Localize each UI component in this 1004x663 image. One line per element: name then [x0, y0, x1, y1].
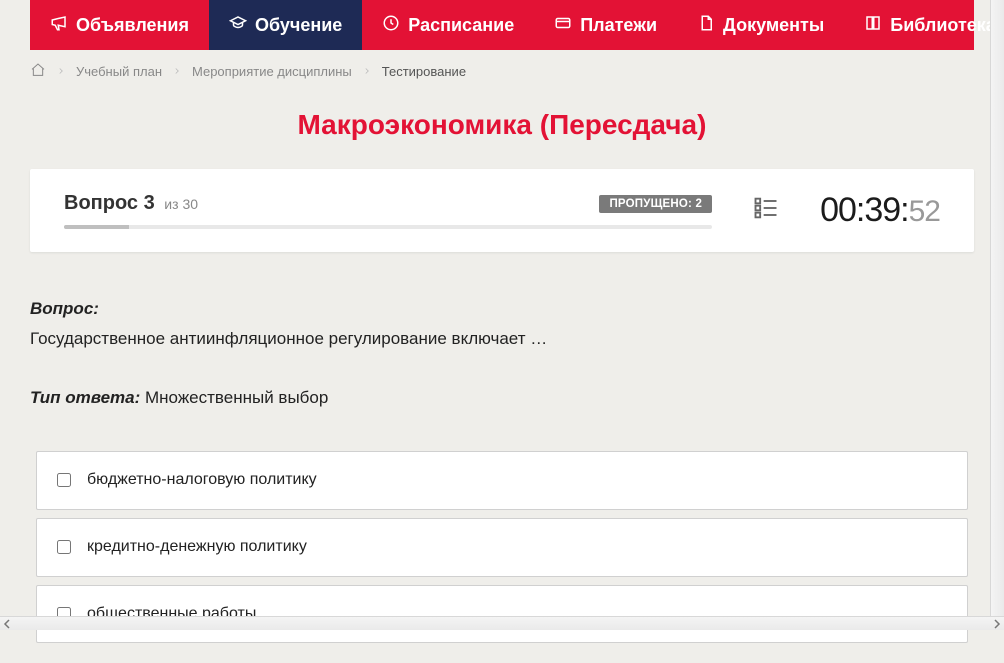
nav-education[interactable]: Обучение [209, 0, 362, 50]
answer-text: бюджетно-налоговую политику [87, 468, 317, 493]
answer-type-label: Тип ответа: [30, 388, 140, 407]
megaphone-icon [50, 14, 68, 37]
question-body: Вопрос: Государственное антиинфляционное… [30, 296, 974, 663]
answer-text: кредитно-денежную политику [87, 535, 307, 560]
chevron-right-icon [362, 64, 372, 79]
progress-fill [64, 225, 129, 229]
nav-documents[interactable]: Документы [677, 0, 844, 50]
timer: 00:39:52 [820, 191, 940, 230]
page-title: Макроэкономика (Пересдача) [30, 109, 974, 141]
nav-announcements[interactable]: Объявления [30, 0, 209, 50]
vertical-scrollbar[interactable] [990, 0, 1004, 616]
clock-icon [382, 14, 400, 37]
horizontal-scrollbar[interactable] [0, 616, 1004, 630]
breadcrumb-current: Тестирование [382, 64, 466, 79]
nav-label: Обучение [255, 15, 342, 36]
breadcrumb-link[interactable]: Мероприятие дисциплины [192, 64, 352, 79]
nav-label: Библиотека [890, 15, 996, 36]
nav-label: Объявления [76, 15, 189, 36]
chevron-right-icon [172, 64, 182, 79]
scroll-right-icon[interactable] [992, 619, 1002, 629]
credit-card-icon [554, 14, 572, 37]
answers-list: бюджетно-налоговую политику кредитно-ден… [36, 451, 968, 663]
question-label: Вопрос: [30, 296, 974, 322]
answer-option[interactable]: общественные работы [36, 585, 968, 644]
breadcrumb: Учебный план Мероприятие дисциплины Тест… [30, 50, 974, 91]
nav-library[interactable]: Библиотека [844, 0, 1004, 50]
question-number: Вопрос 3 из 30 [64, 192, 198, 215]
answer-option[interactable]: бюджетно-налоговую политику [36, 451, 968, 510]
progress-bar [64, 225, 712, 229]
nav-schedule[interactable]: Расписание [362, 0, 534, 50]
nav-payments[interactable]: Платежи [534, 0, 677, 50]
question-text: Государственное антиинфляционное регулир… [30, 326, 974, 352]
file-icon [697, 14, 715, 37]
answer-checkbox[interactable] [57, 540, 71, 554]
breadcrumb-link[interactable]: Учебный план [76, 64, 162, 79]
answer-option[interactable]: кредитно-денежную политику [36, 518, 968, 577]
home-icon[interactable] [30, 62, 46, 81]
chevron-right-icon [56, 64, 66, 79]
book-icon [864, 14, 882, 37]
nav-label: Расписание [408, 15, 514, 36]
graduation-cap-icon [229, 14, 247, 37]
scroll-left-icon[interactable] [2, 619, 12, 629]
skipped-badge: ПРОПУЩЕНО: 2 [599, 195, 712, 213]
main-nav: Объявления Обучение Расписание Платежи [30, 0, 974, 50]
nav-label: Платежи [580, 15, 657, 36]
answer-checkbox[interactable] [57, 473, 71, 487]
nav-label: Документы [723, 15, 824, 36]
question-header-card: Вопрос 3 из 30 ПРОПУЩЕНО: 2 [30, 169, 974, 252]
question-list-button[interactable] [742, 194, 790, 227]
